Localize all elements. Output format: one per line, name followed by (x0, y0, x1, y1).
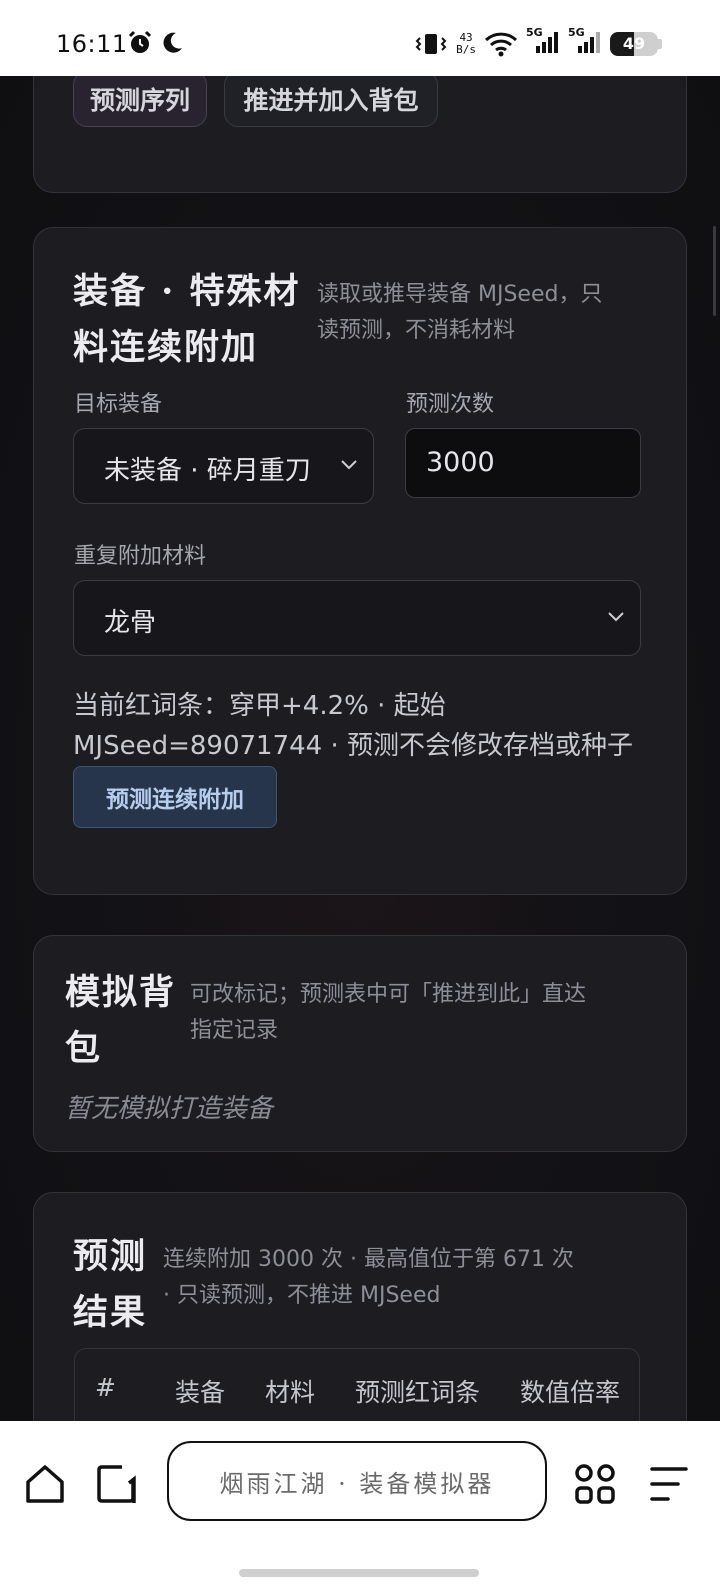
apps-icon[interactable] (574, 1463, 616, 1505)
info-line: 当前红词条：穿甲+4.2% · 起始 (73, 691, 446, 721)
material-select[interactable]: 龙骨 (73, 580, 641, 656)
result-table-header: # 装备 材料 预测红词条 数值倍率 (74, 1348, 640, 1421)
description-line: 可改标记；预测表中可「推进到此」直达 (190, 982, 587, 1007)
description-line: · 只读预测，不推进 MJSeed (163, 1283, 441, 1308)
moon-icon (163, 32, 182, 53)
battery-level: 49 (622, 34, 646, 53)
target-equip-label: 目标装备 (74, 392, 163, 417)
empty-bag-text: 暂无模拟打造装备 (65, 1094, 274, 1124)
material-value: 龙骨 (104, 608, 157, 638)
status-left-icons (127, 30, 185, 56)
status-right: 43 B/s 5G 5G 49 (414, 26, 662, 59)
current-affix-info: 当前红词条：穿甲+4.2% · 起始 MJSeed=89071744 · 预测不… (73, 686, 633, 766)
signal-1: 5G (526, 26, 560, 59)
scrollbar[interactable] (713, 226, 716, 316)
description-line: 指定记录 (190, 1018, 279, 1043)
card-title-line: 料连续附加 (73, 327, 259, 368)
predict-attach-button[interactable]: 预测连续附加 (73, 766, 277, 828)
card-description: 读取或推导装备 MJSeed，只 读预测，不消耗材料 (317, 277, 602, 349)
signal-2: 5G (568, 26, 602, 59)
card-title-line: 包 (65, 1028, 103, 1069)
home-icon[interactable] (24, 1463, 66, 1505)
advance-add-bag-button[interactable]: 推进并加入背包 (224, 76, 438, 127)
screen: 16:11 43 B/s 5G 5G 49 预测序列 推进并加入背包 装备 · … (0, 0, 720, 1585)
page-content[interactable]: 预测序列 推进并加入背包 装备 · 特殊材 料连续附加 读取或推导装备 MJSe… (0, 76, 720, 1421)
top-card: 预测序列 推进并加入背包 (33, 76, 687, 193)
card-title: 装备 · 特殊材 料连续附加 (73, 269, 301, 371)
card-title: 预测 结果 (73, 1234, 147, 1336)
predict-sequence-button[interactable]: 预测序列 (73, 76, 207, 127)
battery-icon: 49 (610, 32, 658, 56)
status-bar: 16:11 43 B/s 5G 5G 49 (0, 0, 720, 76)
simulated-bag-card: 模拟背 包 可改标记；预测表中可「推进到此」直达 指定记录 暂无模拟打造装备 (33, 935, 687, 1152)
battery-group: 49 (610, 32, 662, 56)
column-header: 预测红词条 (355, 1378, 481, 1407)
count-label: 预测次数 (406, 392, 495, 417)
alarm-icon (128, 30, 152, 53)
url-bar[interactable]: 烟雨江湖 · 装备模拟器 (167, 1441, 547, 1521)
card-description: 连续附加 3000 次 · 最高值位于第 671 次 · 只读预测，不推进 MJ… (163, 1242, 574, 1314)
chevron-down-icon (608, 612, 624, 622)
column-header: # (95, 1373, 116, 1402)
net-speed: 43 B/s (456, 32, 476, 56)
prediction-result-card: 预测 结果 连续附加 3000 次 · 最高值位于第 671 次 · 只读预测，… (33, 1192, 687, 1421)
signal-2-label: 5G (568, 26, 585, 39)
card-title-line: 模拟背 (65, 972, 177, 1013)
target-equip-value: 未装备 · 碎月重刀 (104, 456, 311, 486)
chevron-down-icon (341, 460, 357, 470)
column-header: 装备 (175, 1378, 226, 1407)
status-time: 16:11 (56, 30, 128, 58)
net-speed-unit: B/s (456, 43, 476, 56)
material-label: 重复附加材料 (74, 544, 207, 569)
column-header: 数值倍率 (520, 1378, 621, 1407)
info-line: MJSeed=89071744 · 预测不会修改存档或种子 (73, 731, 634, 761)
tabs-icon[interactable] (96, 1463, 140, 1505)
description-line: 读取或推导装备 MJSeed，只 (317, 282, 603, 307)
card-description: 可改标记；预测表中可「推进到此」直达 指定记录 (190, 977, 586, 1049)
card-title-line: 结果 (73, 1292, 148, 1333)
card-title: 模拟背 包 (65, 970, 176, 1072)
description-line: 读预测，不消耗材料 (317, 318, 516, 343)
vibrate-icon (415, 34, 447, 54)
column-header: 材料 (265, 1378, 316, 1407)
signal-1-label: 5G (526, 26, 543, 39)
card-title-line: 预测 (73, 1236, 148, 1277)
wifi-icon (484, 32, 518, 57)
menu-icon[interactable] (650, 1463, 688, 1505)
description-line: 连续附加 3000 次 · 最高值位于第 671 次 (163, 1247, 574, 1272)
count-input[interactable]: 3000 (405, 428, 641, 498)
target-equip-select[interactable]: 未装备 · 碎月重刀 (73, 428, 374, 504)
equip-attach-card: 装备 · 特殊材 料连续附加 读取或推导装备 MJSeed，只 读预测，不消耗材… (33, 227, 687, 895)
card-title-line: 装备 · 特殊材 (73, 271, 301, 312)
browser-bottom-bar: 烟雨江湖 · 装备模拟器 (0, 1421, 720, 1585)
home-indicator[interactable] (239, 1569, 479, 1577)
